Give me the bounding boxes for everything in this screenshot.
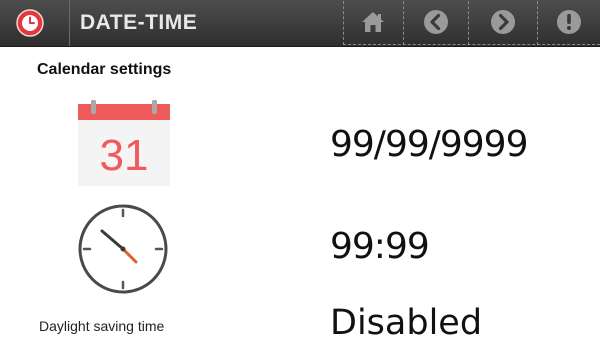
date-value[interactable]: 99/99/9999 [330,124,528,165]
calendar-icon[interactable]: 31 [78,100,170,186]
daylight-saving-value[interactable]: Disabled [330,303,482,343]
info-icon [557,10,581,34]
title-bar: DATE-TIME [0,0,600,47]
forward-button[interactable] [469,0,537,44]
date-time-screen: DATE-TIME Calendar settings 31 99/99/999… [0,0,600,363]
daylight-saving-label: Daylight saving time [39,318,165,334]
home-button[interactable] [343,0,403,44]
title-separator [69,0,70,46]
section-title: Calendar settings [37,61,172,78]
time-value[interactable]: 99:99 [330,226,430,267]
calendar-day: 31 [100,131,149,180]
back-arrow-icon [424,10,448,34]
clock-icon[interactable] [76,202,170,296]
clock-badge-icon [10,4,50,42]
nav-divider-bottom [343,44,600,45]
app-title: DATE-TIME [80,11,198,34]
info-button[interactable] [538,0,600,44]
forward-arrow-icon [491,10,515,34]
back-button[interactable] [404,0,468,44]
home-icon [362,12,384,32]
